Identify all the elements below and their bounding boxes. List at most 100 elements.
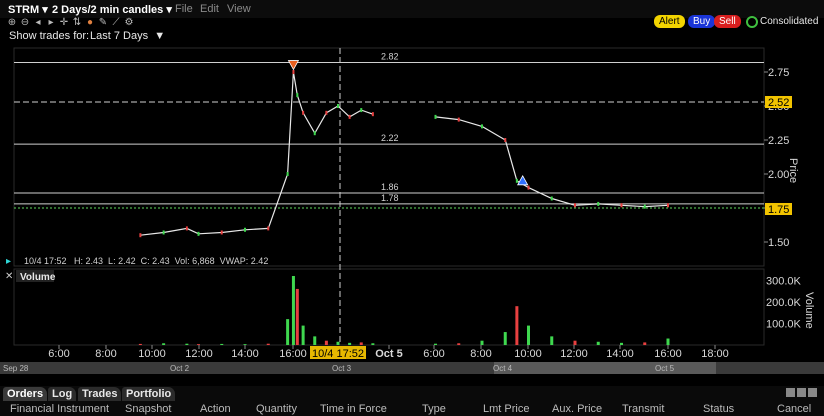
- col-financial-instrument[interactable]: Financial Instrument: [10, 403, 109, 415]
- menu-file[interactable]: File: [175, 3, 193, 15]
- price-candle: [371, 112, 374, 117]
- price-candle: [550, 196, 553, 201]
- col-cancel[interactable]: Cancel: [777, 403, 811, 415]
- settings-icon[interactable]: ⚙: [124, 18, 134, 28]
- zoom-out-icon[interactable]: ⊖: [20, 18, 30, 28]
- time-tick-label: 12:00: [185, 348, 213, 360]
- volume-bar: [313, 336, 317, 345]
- volume-bar: [527, 325, 530, 345]
- tab-portfolio[interactable]: Portfolio: [122, 387, 176, 401]
- price-candle: [296, 93, 299, 98]
- window-icon[interactable]: [797, 388, 806, 397]
- col-snapshot[interactable]: Snapshot: [125, 403, 171, 415]
- time-tick-label: 12:00: [560, 348, 588, 360]
- price-candle: [244, 227, 246, 232]
- draw-icon[interactable]: ●: [85, 18, 95, 28]
- tab-trades[interactable]: Trades: [78, 387, 122, 401]
- arrow-right-icon[interactable]: ▸: [46, 18, 56, 28]
- price-candle: [185, 226, 188, 231]
- tab-orders[interactable]: Orders: [3, 387, 48, 401]
- zoom-in-icon[interactable]: ⊕: [7, 18, 17, 28]
- time-tick-label: Oct 5: [375, 348, 403, 360]
- show-trades-dropdown[interactable]: Last 7 Days ▼: [90, 30, 165, 42]
- price-line: [140, 71, 669, 236]
- volume-series: [138, 276, 670, 345]
- volume-bar: [266, 343, 270, 345]
- sell-button[interactable]: Sell: [714, 15, 741, 28]
- menu-edit[interactable]: Edit: [200, 3, 219, 15]
- crosshair-icon[interactable]: ✛: [59, 18, 69, 28]
- volume-tick-label: 300.0K: [766, 275, 802, 287]
- price-series: [139, 70, 669, 238]
- volume-bar: [359, 342, 363, 345]
- volume-bar: [348, 342, 352, 345]
- show-trades-label: Show trades for:: [9, 30, 90, 42]
- period-label: 2 Days/2 min candles: [52, 4, 164, 16]
- trade-markers: [287, 60, 529, 186]
- buy-button[interactable]: Buy: [688, 15, 716, 28]
- wrench-icon[interactable]: ✎: [98, 18, 108, 28]
- price-candle: [574, 203, 576, 208]
- consolidated-label[interactable]: Consolidated: [760, 16, 818, 27]
- col-transmit[interactable]: Transmit: [622, 403, 664, 415]
- expand-icon[interactable]: ▸: [6, 256, 11, 267]
- price-candle: [197, 231, 200, 236]
- compare-icon[interactable]: ⇅: [72, 18, 82, 28]
- crosshair-price-tag-label: 2.52: [768, 97, 789, 109]
- price-levels: 2.82 2.22 1.861.78: [14, 51, 764, 209]
- time-tick-label: 16:00: [654, 348, 682, 360]
- price-tick-label: 1.50: [768, 237, 789, 249]
- price-candle: [515, 178, 518, 183]
- price-axis-label: Price: [787, 158, 799, 183]
- col-lmt-price[interactable]: Lmt Price: [483, 403, 529, 415]
- menu-view[interactable]: View: [227, 3, 251, 15]
- tab-log[interactable]: Log: [48, 387, 77, 401]
- close-icon[interactable]: [808, 388, 817, 397]
- bottom-tabbar: Orders Log Trades Portfolio: [0, 386, 824, 402]
- time-tick-label: 14:00: [606, 348, 634, 360]
- consolidated-icon[interactable]: [746, 16, 758, 28]
- volume-bar: [197, 344, 200, 345]
- time-tick-label: 8:00: [95, 348, 116, 360]
- volume-bar: [162, 343, 166, 345]
- volume-bar: [434, 343, 437, 345]
- volume-bar: [515, 306, 519, 345]
- lock-icon[interactable]: [786, 388, 795, 397]
- volume-bar: [220, 343, 224, 345]
- col-aux-price[interactable]: Aux. Price: [552, 403, 602, 415]
- volume-bar: [620, 342, 623, 345]
- time-axis: 6:00 8:00 10:00 12:00 14:00 16:00 Oct 5 6:00 8:0…: [48, 345, 729, 360]
- price-candle: [220, 230, 223, 235]
- volume-bar: [185, 343, 189, 345]
- scale-icon[interactable]: ⟋: [111, 18, 121, 28]
- col-action[interactable]: Action: [200, 403, 231, 415]
- close-volume-icon[interactable]: ✕: [5, 271, 13, 282]
- period-dropdown[interactable]: 2 Days/2 min candles ▾: [52, 3, 172, 16]
- price-candle: [267, 226, 270, 231]
- price-candle: [434, 114, 437, 119]
- orders-column-header: Financial Instrument Snapshot Action Qua…: [0, 402, 824, 416]
- volume-tick-label: 200.0K: [766, 297, 802, 309]
- price-candle: [597, 201, 600, 206]
- col-type[interactable]: Type: [422, 403, 446, 415]
- price-tick-label: 2.75: [768, 67, 789, 79]
- col-status[interactable]: Status: [703, 403, 734, 415]
- level-label: 1.86: [381, 182, 399, 192]
- price-panel-frame: [13, 47, 765, 267]
- last-price-tag-label: 1.75: [768, 204, 789, 216]
- chart-area[interactable]: 2.822.221.861.78 2.752.502.252.001.751.5…: [0, 44, 824, 386]
- symbol-dropdown[interactable]: STRM ▾: [8, 3, 48, 16]
- price-candle: [620, 203, 623, 208]
- time-tick-label: 6:00: [423, 348, 444, 360]
- alert-button[interactable]: Alert: [654, 15, 685, 28]
- col-quantity[interactable]: Quantity: [256, 403, 297, 415]
- price-candle: [337, 104, 339, 108]
- panel-window-icons[interactable]: [786, 388, 819, 400]
- arrow-left-icon[interactable]: ◂: [33, 18, 43, 28]
- overview-window-handle[interactable]: [494, 362, 716, 374]
- col-time-in-force[interactable]: Time in Force: [320, 403, 387, 415]
- volume-axis: 300.0K 200.0K 100.0K: [766, 275, 802, 330]
- volume-bar: [480, 340, 484, 345]
- level-label: 2.82: [381, 51, 399, 61]
- overview-date-label: Sep 28: [3, 364, 29, 373]
